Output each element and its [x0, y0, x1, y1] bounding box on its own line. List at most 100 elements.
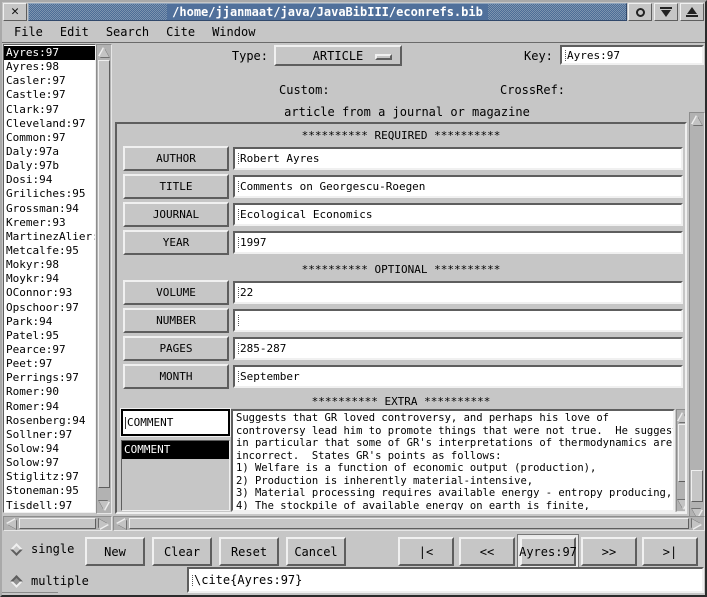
reference-list-item[interactable]: Castle:97 [4, 88, 95, 102]
extra-field-name-input[interactable]: COMMENT [121, 409, 230, 436]
cancel-button[interactable]: Cancel [286, 537, 346, 566]
raise-button[interactable] [680, 3, 704, 21]
field-label-month[interactable]: MONTH [123, 364, 229, 389]
reference-list-item[interactable]: Romer:90 [4, 385, 95, 399]
clear-button[interactable]: Clear [152, 537, 212, 566]
number-input[interactable] [233, 309, 683, 332]
menu-item[interactable]: Edit [60, 25, 89, 39]
nav-button[interactable]: |< [398, 537, 454, 566]
scroll-right-arrow[interactable] [690, 517, 703, 530]
scroll-left-arrow[interactable] [5, 517, 18, 530]
menu-item[interactable]: Search [106, 25, 149, 39]
scroll-up-arrow[interactable] [690, 114, 704, 127]
nav-buttons: |<<<Ayres:97>>>| [398, 537, 703, 566]
reference-list-item[interactable]: Rosenberg:94 [4, 414, 95, 428]
close-button[interactable]: ✕ [3, 3, 27, 21]
scroll-down-arrow[interactable] [97, 499, 111, 512]
resize-handle[interactable] [2, 592, 58, 595]
reference-list-item[interactable]: Dosi:94 [4, 173, 95, 187]
mode-single-radio[interactable]: single [12, 542, 74, 556]
month-input[interactable]: September [233, 365, 683, 388]
comment-textarea[interactable]: Suggests that GR loved controversy, and … [231, 409, 675, 512]
reference-list-item[interactable]: Sollner:97 [4, 428, 95, 442]
reference-list-item[interactable]: Pearce:97 [4, 343, 95, 357]
menu-item[interactable]: Window [212, 25, 255, 39]
nav-button[interactable]: >> [581, 537, 637, 566]
reference-list-item[interactable]: Solow:97 [4, 456, 95, 470]
reference-list-item[interactable]: Tisdell:97 [4, 499, 95, 513]
main-scrollbar-thumb[interactable] [691, 470, 703, 502]
sidebar-horizontal-scrollbar[interactable] [3, 516, 112, 531]
reference-list[interactable]: Ayres:97Ayres:98Casler:97Castle:97Clark:… [3, 44, 96, 513]
nav-button[interactable]: Ayres:97 [520, 537, 576, 566]
app-window: ✕ /home/jjanmaat/java/JavaBibIII/econref… [0, 0, 707, 597]
reference-list-item[interactable]: Patel:95 [4, 329, 95, 343]
sidebar-hscrollbar-thumb[interactable] [19, 518, 96, 529]
reference-list-item[interactable]: Ayres:98 [4, 60, 95, 74]
title-input[interactable]: Comments on Georgescu-Roegen [233, 175, 683, 198]
reference-list-item[interactable]: Cleveland:97 [4, 117, 95, 131]
iconify-button[interactable] [628, 3, 652, 21]
author-input[interactable]: Robert Ayres [233, 147, 683, 170]
titlebar-drag-area[interactable]: /home/jjanmaat/java/JavaBibIII/econrefs.… [28, 3, 627, 21]
extra-field-list-item[interactable]: COMMENT [122, 441, 229, 459]
reference-list-item[interactable]: Opschoor:97 [4, 301, 95, 315]
reference-list-item[interactable]: Stiglitz:97 [4, 470, 95, 484]
field-label-volume[interactable]: VOLUME [123, 280, 229, 305]
nav-button[interactable]: >| [642, 537, 698, 566]
reference-list-item[interactable]: Daly:97a [4, 145, 95, 159]
scroll-left-arrow[interactable] [115, 517, 128, 530]
field-label-pages[interactable]: PAGES [123, 336, 229, 361]
scroll-down-arrow[interactable] [677, 498, 687, 510]
field-label-year[interactable]: YEAR [123, 230, 229, 255]
reference-list-item[interactable]: Park:94 [4, 315, 95, 329]
reference-list-item[interactable]: Griliches:95 [4, 187, 95, 201]
reference-list-item[interactable]: Perrings:97 [4, 371, 95, 385]
lower-button[interactable] [654, 3, 678, 21]
field-label-number[interactable]: NUMBER [123, 308, 229, 333]
reset-button[interactable]: Reset [219, 537, 279, 566]
field-label-title[interactable]: TITLE [123, 174, 229, 199]
nav-button[interactable]: << [459, 537, 515, 566]
main-hscrollbar-thumb[interactable] [129, 518, 689, 529]
comment-scrollbar-thumb[interactable] [678, 424, 687, 482]
type-dropdown[interactable]: ARTICLE [274, 45, 402, 66]
cite-input[interactable]: \cite{Ayres:97} [187, 567, 704, 593]
reference-list-item[interactable]: Solow:94 [4, 442, 95, 456]
menu-item[interactable]: File [14, 25, 43, 39]
reference-list-item[interactable]: Ayres:97 [4, 46, 95, 60]
reference-list-item[interactable]: Clark:97 [4, 103, 95, 117]
sidebar-scrollbar-thumb[interactable] [98, 60, 110, 488]
main-horizontal-scrollbar[interactable] [113, 516, 705, 531]
reference-list-item[interactable]: Peet:97 [4, 357, 95, 371]
volume-input[interactable]: 22 [233, 281, 683, 304]
year-input[interactable]: 1997 [233, 231, 683, 254]
scroll-up-arrow[interactable] [97, 46, 111, 59]
field-label-journal[interactable]: JOURNAL [123, 202, 229, 227]
pages-input[interactable]: 285-287 [233, 337, 683, 360]
extra-field-list[interactable]: COMMENT [121, 440, 230, 511]
journal-input[interactable]: Ecological Economics [233, 203, 683, 226]
reference-list-item[interactable]: OConnor:93 [4, 286, 95, 300]
reference-list-item[interactable]: Daly:97b [4, 159, 95, 173]
reference-list-item[interactable]: Moykr:94 [4, 272, 95, 286]
reference-list-item[interactable]: Stoneman:95 [4, 484, 95, 498]
new-button[interactable]: New [85, 537, 145, 566]
mode-multiple-radio[interactable]: multiple [12, 574, 89, 588]
comment-vertical-scrollbar[interactable] [676, 409, 687, 512]
menu-item[interactable]: Cite [166, 25, 195, 39]
main-vertical-scrollbar[interactable] [689, 112, 705, 522]
field-label-author[interactable]: AUTHOR [123, 146, 229, 171]
reference-list-item[interactable]: Romer:94 [4, 400, 95, 414]
scroll-right-arrow[interactable] [97, 517, 110, 530]
reference-list-item[interactable]: Common:97 [4, 131, 95, 145]
reference-list-item[interactable]: MartinezAlier:97 [4, 230, 95, 244]
sidebar-vertical-scrollbar[interactable] [96, 44, 112, 514]
reference-list-item[interactable]: Metcalfe:95 [4, 244, 95, 258]
reference-list-item[interactable]: Casler:97 [4, 74, 95, 88]
scroll-up-arrow[interactable] [677, 411, 687, 423]
reference-list-item[interactable]: Grossman:94 [4, 202, 95, 216]
key-input[interactable]: Ayres:97 [560, 45, 704, 65]
reference-list-item[interactable]: Kremer:93 [4, 216, 95, 230]
reference-list-item[interactable]: Mokyr:98 [4, 258, 95, 272]
